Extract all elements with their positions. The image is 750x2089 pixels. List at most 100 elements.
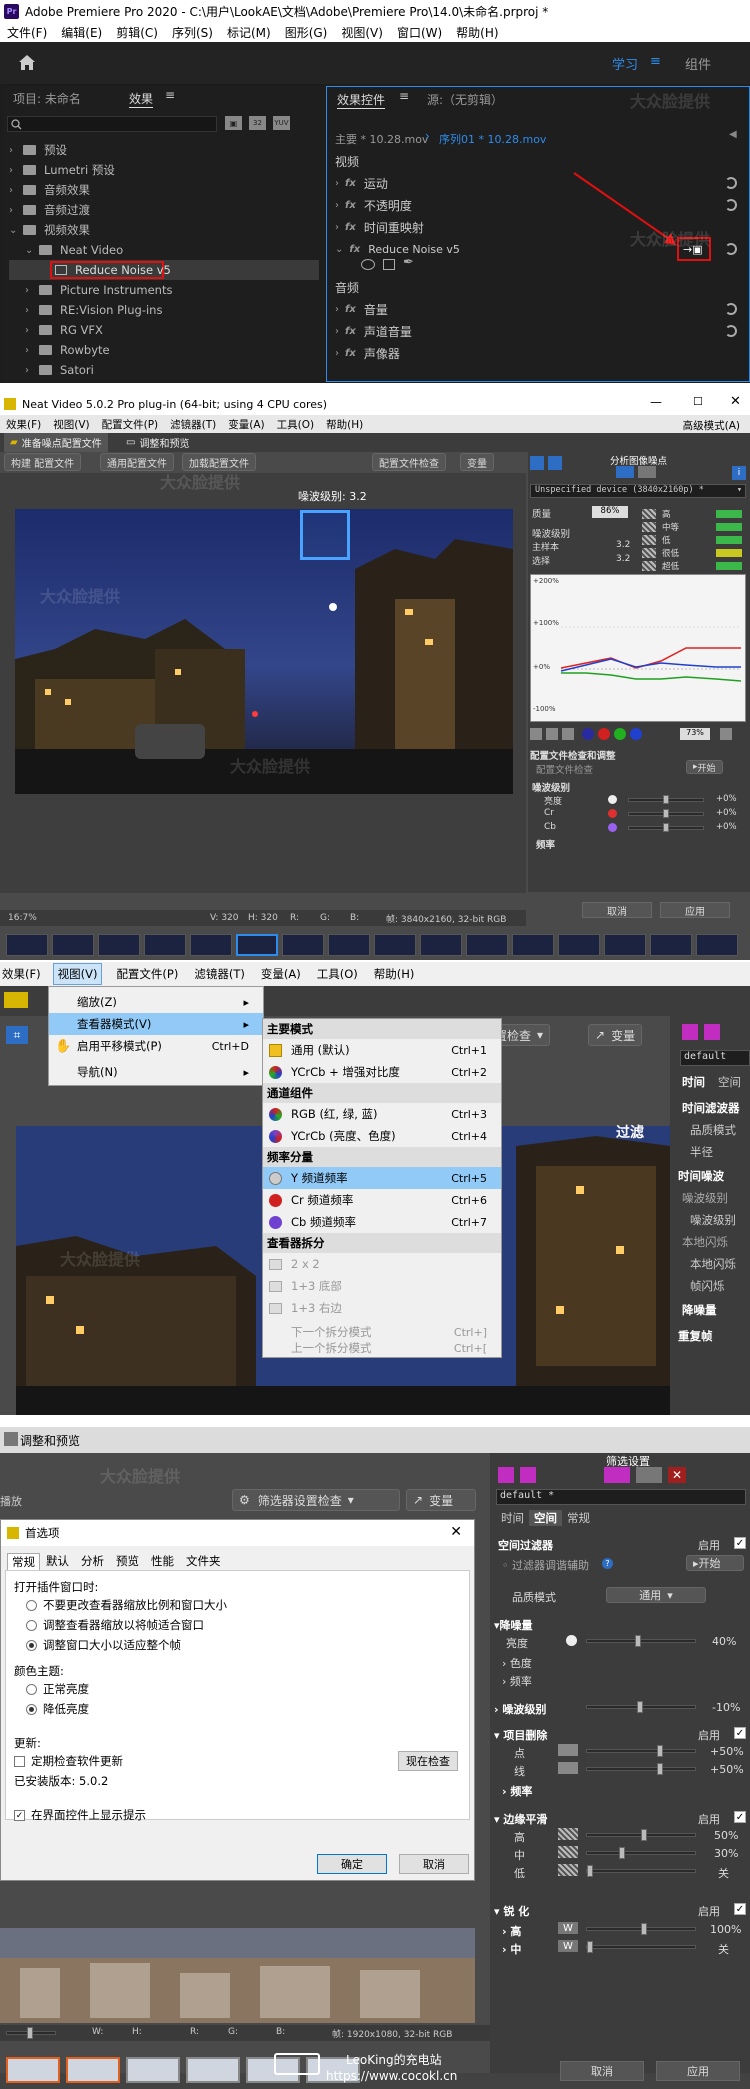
variable-button[interactable]: ↗ 变量 [406,1489,476,1511]
tree-presets[interactable]: › 预设 [9,140,67,160]
analysis-box[interactable] [300,510,350,560]
tab-space[interactable]: 空间 [718,1074,741,1090]
tab-general[interactable]: 常规 [7,1552,40,1570]
reset-icon[interactable] [725,325,737,337]
menu-item-prev-split[interactable]: 上一个拆分模式 Ctrl+[ [263,1337,501,1359]
reset-icon[interactable] [725,177,737,189]
menu-edit[interactable]: 编辑(E) [61,24,102,41]
tab-folder[interactable]: 文件夹 [180,1553,227,1569]
cancel-button[interactable]: 取消 [582,902,652,918]
menu-help[interactable]: 帮助(H) [456,24,498,41]
save-preset-icon[interactable] [682,1024,698,1040]
menu-help[interactable]: 帮助(H) [374,966,415,982]
sharpen-enable-checkbox[interactable]: ✓ [734,1903,746,1915]
frame-thumbnail[interactable] [512,934,554,956]
preset-select[interactable]: default [680,1050,750,1066]
frame-thumbnail[interactable] [126,2057,180,2083]
ok-button[interactable]: 确定 [317,1854,387,1874]
open-option-3[interactable]: 调整窗口大小以适应整个帧 [26,1637,181,1653]
load-icon[interactable] [548,456,562,470]
setup-icon[interactable]: →▣ [683,243,703,256]
filter-check-button[interactable]: ⚙ 筛选器设置检查 ▾ [232,1489,400,1511]
frame-thumbnail[interactable] [98,934,140,956]
quality-mode-select[interactable]: 通用 ▾ [606,1587,706,1603]
dot-slider[interactable] [586,1745,696,1757]
sharpen-high-slider[interactable] [586,1923,696,1935]
tree-lumetri-presets[interactable]: › Lumetri 预设 [9,160,115,180]
fx-channel-volume[interactable]: › fx 声道音量 [335,321,412,341]
menu-help[interactable]: 帮助(H) [326,417,363,432]
maximize-button[interactable]: ☐ [693,395,703,408]
line-slider[interactable] [586,1763,696,1775]
profile-check-button[interactable]: 配置文件检查 [372,453,446,471]
load-preset-icon[interactable] [704,1024,720,1040]
minimize-button[interactable]: — [650,395,662,409]
close-button[interactable]: ✕ [450,1524,462,1540]
spatial-enable-checkbox[interactable]: ✓ [734,1537,746,1549]
open-option-2[interactable]: 调整查看器缩放以将帧适合窗口 [26,1617,204,1633]
auto-update-checkbox[interactable]: 定期检查软件更新 [14,1753,123,1769]
menu-item-2x2[interactable]: 2 x 2 [263,1253,501,1275]
fx-reduce-noise[interactable]: ⌄ fx Reduce Noise v5 [335,239,460,259]
cancel-button-2[interactable]: 取消 [560,2061,644,2081]
edge-high-slider[interactable] [586,1829,696,1841]
filter-compare-icon[interactable] [636,1467,662,1483]
tree-rowbyte[interactable]: › Rowbyte [25,340,110,360]
channel-blue-icon[interactable] [630,728,642,740]
close-button[interactable]: ✕ [730,394,741,409]
refine-icon[interactable] [638,466,656,478]
open-option-1[interactable]: 不要更改查看器缩放比例和窗口大小 [26,1597,227,1613]
menu-view[interactable]: 视图(V) [53,417,89,432]
frame-thumbnail[interactable] [650,934,692,956]
fx-motion[interactable]: › fx 运动 [335,173,388,193]
theme-normal[interactable]: 正常亮度 [26,1681,89,1697]
menu-clip[interactable]: 剪辑(C) [116,24,158,41]
frame-thumbnail[interactable] [190,934,232,956]
effects-search-input[interactable] [7,116,217,132]
pen-mask-icon[interactable]: ✒ [403,255,414,270]
menu-tools[interactable]: 工具(O) [317,966,358,982]
32bit-effects-icon[interactable]: 32 [249,116,266,130]
reset-icon[interactable] [725,303,737,315]
master-clip[interactable]: 主要 * 10.28.mov [335,131,428,147]
frame-thumbnail[interactable] [52,934,94,956]
device-select[interactable]: Unspecified device (3840x2160p) * ▾ [530,484,746,498]
frame-thumbnail[interactable] [66,2057,120,2083]
frame-thumbnail[interactable] [6,2057,60,2083]
channel-icon[interactable] [582,728,594,740]
viewer[interactable]: 噪波级别: 3.2 大众脸提供 大众脸提供 大众脸提供 [0,473,526,893]
menu-file[interactable]: 文件(F) [7,24,47,41]
fx-volume[interactable]: › fx 音量 [335,299,388,319]
edge-low-slider[interactable] [586,1865,696,1877]
menu-item-pan-mode[interactable]: ✋ 启用平移模式(P) Ctrl+D [49,1035,263,1057]
theme-dim[interactable]: 降低亮度 [26,1701,89,1717]
apply-button[interactable]: 应用 [656,2061,740,2081]
frame-thumbnail[interactable] [420,934,462,956]
menu-effect[interactable]: 效果(F) [2,966,41,982]
fx-time-remap[interactable]: › fx 时间重映射 [335,217,424,237]
home-icon[interactable] [18,54,36,71]
edge-enable-checkbox[interactable]: ✓ [734,1811,746,1823]
menu-view[interactable]: 视图(V) [52,963,103,985]
menu-item-rgb[interactable]: RGB (红, 绿, 蓝) Ctrl+3 [263,1103,501,1125]
tab-analysis[interactable]: 分析 [75,1553,110,1569]
menu-item-split-right[interactable]: 1+3 右边 [263,1297,501,1319]
tree-neat-video[interactable]: ⌄ Neat Video [25,240,123,260]
tab-effects[interactable]: 效果 [129,90,154,108]
menu-effect[interactable]: 效果(F) [6,417,41,432]
tree-audio-transitions[interactable]: › 音频过渡 [9,200,90,220]
workspace-learn[interactable]: 学习 [612,54,638,73]
luma-slider[interactable] [586,1635,696,1647]
frame-thumbnail[interactable] [696,934,738,956]
menu-variable[interactable]: 变量(A) [261,966,301,982]
menu-item-y-freq[interactable]: Y 频道频率 Ctrl+5 [263,1167,501,1189]
generic-profile-button[interactable]: 通用配置文件 [100,453,174,471]
preset-select[interactable]: default * [496,1489,746,1505]
menu-filter[interactable]: 滤镜器(T) [194,966,245,982]
start-button[interactable]: ▸ 开始 [686,760,723,774]
prepare-tab-icon[interactable] [4,992,28,1008]
start-button[interactable]: ▸ 开始 [686,1555,744,1571]
channel-red-icon[interactable] [598,728,610,740]
artifact-enable-checkbox[interactable]: ✓ [734,1727,746,1739]
info-icon[interactable]: i [732,466,746,480]
